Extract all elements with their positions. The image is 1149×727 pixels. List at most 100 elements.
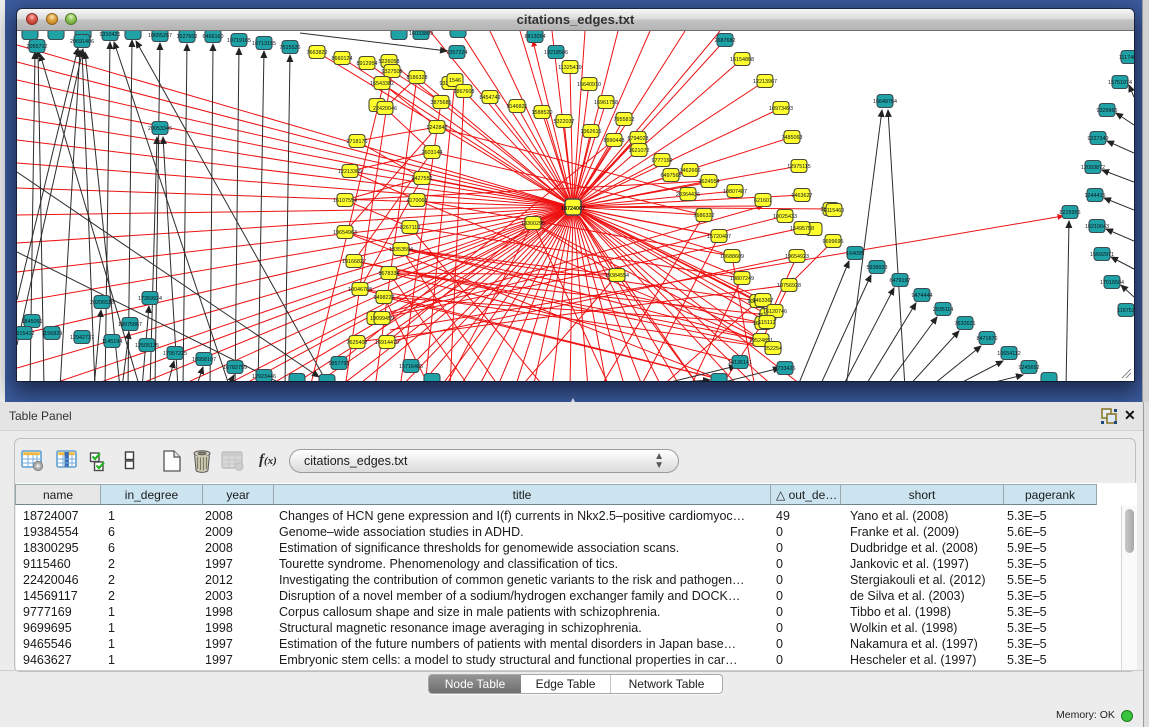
svg-text:1362615: 1362615 xyxy=(581,129,602,135)
svg-text:15495758: 15495758 xyxy=(790,226,814,232)
svg-text:8678334: 8678334 xyxy=(379,271,400,277)
svg-text:9115460: 9115460 xyxy=(824,208,845,214)
svg-text:5938923: 5938923 xyxy=(867,265,888,271)
svg-text:3875685: 3875685 xyxy=(431,100,452,106)
svg-text:9245652: 9245652 xyxy=(1019,365,1040,371)
svg-text:7357224: 7357224 xyxy=(447,50,468,56)
svg-text:16154808: 16154808 xyxy=(730,57,754,63)
svg-text:17359924: 17359924 xyxy=(138,296,162,302)
svg-text:8912954: 8912954 xyxy=(357,61,378,67)
svg-text:9227349: 9227349 xyxy=(1088,136,1109,142)
svg-text:3267110: 3267110 xyxy=(400,225,421,231)
svg-text:10655267: 10655267 xyxy=(148,33,172,39)
svg-text:9146821: 9146821 xyxy=(507,104,528,110)
svg-text:10046788: 10046788 xyxy=(348,287,372,293)
svg-text:16120746: 16120746 xyxy=(763,309,787,315)
svg-text:8215955: 8215955 xyxy=(1060,210,1081,216)
svg-text:7986322: 7986322 xyxy=(694,213,715,219)
svg-text:252254: 252254 xyxy=(764,346,782,352)
svg-text:16033809: 16033809 xyxy=(409,31,433,37)
svg-text:7515526: 7515526 xyxy=(280,45,301,51)
svg-text:10973493: 10973493 xyxy=(769,106,793,112)
svg-text:16713155: 16713155 xyxy=(252,41,276,47)
svg-text:6466160: 6466160 xyxy=(203,34,224,40)
svg-text:9242848: 9242848 xyxy=(427,125,448,131)
svg-text:16210643: 16210643 xyxy=(1085,224,1109,230)
svg-text:6497568: 6497568 xyxy=(661,173,682,179)
svg-text:115112: 115112 xyxy=(758,320,775,326)
svg-text:2867608: 2867608 xyxy=(454,89,475,95)
svg-text:12505135: 12505135 xyxy=(135,343,159,349)
svg-text:1546: 1546 xyxy=(449,78,461,84)
svg-text:4170061: 4170061 xyxy=(407,198,428,204)
svg-text:22420046: 22420046 xyxy=(373,106,397,112)
svg-text:2603144: 2603144 xyxy=(422,150,443,156)
svg-text:164095: 164095 xyxy=(846,251,864,257)
svg-text:20053346: 20053346 xyxy=(148,126,172,132)
svg-text:7462666: 7462666 xyxy=(680,168,701,174)
svg-text:9857791: 9857791 xyxy=(329,361,350,367)
svg-text:9427552: 9427552 xyxy=(412,176,433,182)
svg-text:15720407: 15720407 xyxy=(707,234,731,240)
svg-text:1145194: 1145194 xyxy=(102,339,123,345)
svg-text:16914479: 16914479 xyxy=(375,340,399,346)
svg-text:18807249: 18807249 xyxy=(730,276,754,282)
svg-text:10688609: 10688609 xyxy=(720,254,744,260)
svg-text:16961758: 16961758 xyxy=(594,100,618,106)
svg-text:1527602: 1527602 xyxy=(177,34,198,40)
svg-text:1845061: 1845061 xyxy=(22,319,43,325)
svg-text:15716485: 15716485 xyxy=(399,364,423,370)
svg-text:1244415: 1244415 xyxy=(1085,193,1106,199)
svg-text:12942737: 12942737 xyxy=(70,335,94,341)
svg-text:10654112: 10654112 xyxy=(997,351,1021,357)
svg-text:8471676: 8471676 xyxy=(977,336,998,342)
svg-text:20206538: 20206538 xyxy=(90,300,114,306)
svg-text:1621072: 1621072 xyxy=(629,148,650,154)
svg-text:9327509: 9327509 xyxy=(382,69,403,75)
svg-text:13353594: 13353594 xyxy=(389,247,413,253)
svg-text:17957225: 17957225 xyxy=(163,351,187,357)
svg-text:19218506: 19218506 xyxy=(544,50,568,56)
svg-text:9329966: 9329966 xyxy=(1097,108,1118,114)
svg-text:17016504: 17016504 xyxy=(1100,280,1124,286)
svg-text:2718176: 2718176 xyxy=(347,139,368,145)
svg-text:10025433: 10025433 xyxy=(773,214,797,220)
svg-text:621601: 621601 xyxy=(754,198,772,204)
svg-text:16648784: 16648784 xyxy=(873,99,897,105)
svg-text:5322037: 5322037 xyxy=(554,119,575,125)
svg-text:116753: 116753 xyxy=(1117,308,1134,314)
svg-text:7663822: 7663822 xyxy=(307,50,328,56)
svg-text:8990448: 8990448 xyxy=(604,138,625,144)
svg-text:11325419: 11325419 xyxy=(558,65,582,71)
svg-text:7485063: 7485063 xyxy=(782,135,803,141)
svg-text:16543382: 16543382 xyxy=(370,81,394,87)
svg-text:10807487: 10807487 xyxy=(723,189,747,195)
svg-text:18300295: 18300295 xyxy=(521,221,545,227)
svg-text:7625402: 7625402 xyxy=(347,340,368,346)
svg-text:19654963: 19654963 xyxy=(333,230,357,236)
svg-text:8454749: 8454749 xyxy=(480,95,501,101)
svg-text:2935114: 2935114 xyxy=(933,307,954,313)
svg-text:19166827: 19166827 xyxy=(342,259,366,265)
svg-text:19384554: 19384554 xyxy=(605,273,629,279)
svg-text:9777169: 9777169 xyxy=(652,158,673,164)
svg-text:7632621: 7632621 xyxy=(955,321,976,327)
svg-text:8660124: 8660124 xyxy=(332,56,353,62)
svg-text:12213967: 12213967 xyxy=(753,79,777,85)
svg-text:10756928: 10756928 xyxy=(777,283,801,289)
svg-text:3915412: 3915412 xyxy=(17,331,35,337)
svg-text:2055712: 2055712 xyxy=(27,44,48,50)
svg-text:19975867: 19975867 xyxy=(118,322,142,328)
svg-text:16782759: 16782759 xyxy=(223,365,247,371)
svg-text:1117404: 1117404 xyxy=(1119,55,1134,61)
svg-text:9474444: 9474444 xyxy=(912,293,933,299)
svg-text:6794028: 6794028 xyxy=(628,136,649,142)
svg-text:1156829: 1156829 xyxy=(42,331,63,337)
svg-text:9463627: 9463627 xyxy=(792,193,813,199)
svg-text:9699695: 9699695 xyxy=(823,239,844,245)
svg-text:6479197: 6479197 xyxy=(890,278,911,284)
svg-text:8186328: 8186328 xyxy=(407,75,428,81)
svg-text:12093872: 12093872 xyxy=(1081,165,1105,171)
svg-text:14136141: 14136141 xyxy=(728,360,752,366)
svg-text:16107554: 16107554 xyxy=(333,198,357,204)
